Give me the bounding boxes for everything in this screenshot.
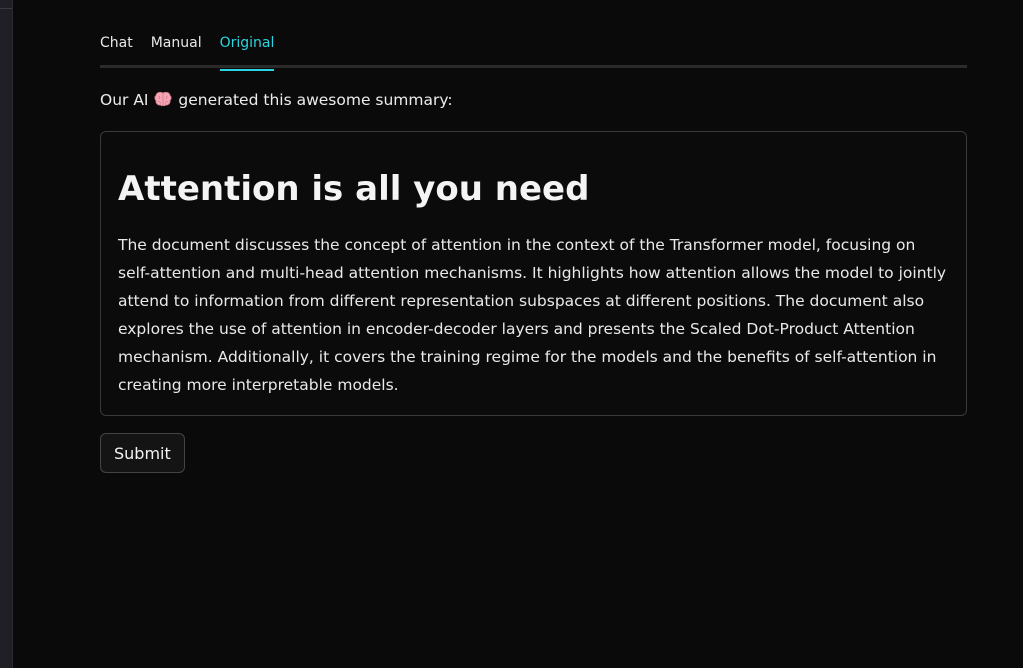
app-window: Chat Manual Original Our AI generated th… — [0, 0, 1023, 668]
tab-bar: Chat Manual Original — [100, 29, 967, 71]
tab-manual[interactable]: Manual — [151, 29, 202, 65]
sidebar-rail-divider — [0, 8, 12, 9]
tab-original[interactable]: Original — [219, 29, 274, 71]
intro-text-after: generated this awesome summary: — [178, 91, 453, 109]
intro-text: Our AI generated this awesome summary: — [100, 89, 967, 111]
summary-card: Attention is all you need The document d… — [100, 131, 967, 416]
submit-button[interactable]: Submit — [100, 433, 185, 473]
sidebar-rail — [0, 0, 13, 668]
brain-icon — [154, 91, 172, 107]
summary-title: Attention is all you need — [118, 169, 590, 209]
intro-text-before: Our AI — [100, 91, 149, 109]
summary-body: The document discusses the concept of at… — [118, 236, 947, 394]
main-content: Chat Manual Original Our AI generated th… — [100, 0, 967, 473]
tab-chat[interactable]: Chat — [100, 29, 133, 65]
